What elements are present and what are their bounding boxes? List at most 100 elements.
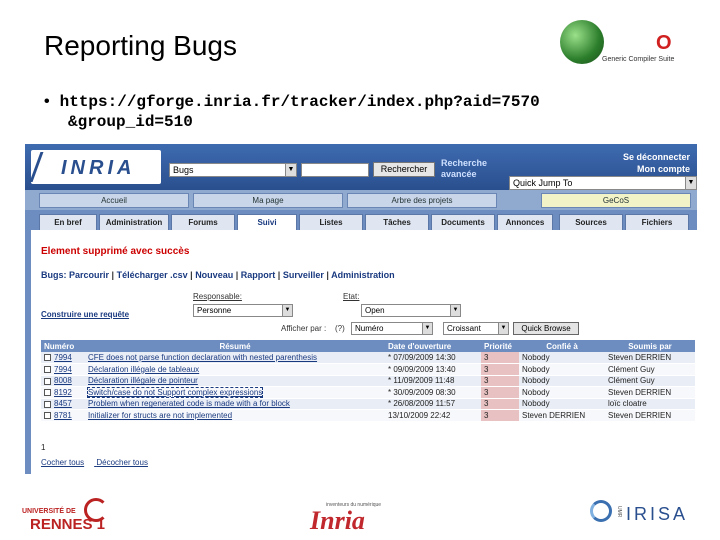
col-priority[interactable]: Priorité	[481, 340, 519, 352]
row-id-cell: 8457	[41, 398, 85, 410]
inria-mark-icon	[29, 152, 65, 182]
bug-id-link[interactable]: 7994	[54, 365, 72, 374]
tab-lists[interactable]: Listes	[299, 214, 363, 230]
uncheck-all-link[interactable]: Décocher tous	[96, 458, 148, 467]
rennes-big-text: RENNES 1	[30, 516, 106, 533]
irisa-swirl-icon	[590, 500, 612, 522]
assignee-select[interactable]: Personne ▼	[193, 304, 293, 317]
priority: 3	[481, 409, 519, 422]
nav-tab-gecos[interactable]: GeCoS	[541, 193, 691, 208]
table-row: 8008 Déclaration illégale de pointeur * …	[41, 375, 695, 387]
bug-summary-link[interactable]: Déclaration illégale de tableaux	[85, 363, 385, 376]
sort-field-select[interactable]: Numéro ▼	[351, 322, 433, 335]
sort-order-value: Croissant	[447, 324, 481, 333]
col-summary[interactable]: Résumé	[85, 340, 385, 352]
chevron-down-icon: ▼	[422, 323, 432, 334]
open-date: * 30/09/2009 08:30	[385, 386, 481, 399]
table-row: 7994 Déclaration illégale de tableaux * …	[41, 363, 695, 376]
quick-jump-select[interactable]: Quick Jump To ▼	[509, 176, 697, 190]
inria-logo-text: INRIA	[61, 157, 136, 179]
row-checkbox[interactable]	[44, 366, 51, 374]
chevron-down-icon: ▼	[498, 323, 508, 334]
sort-label: Afficher par :	[281, 324, 327, 333]
submitted-by: loïc cloatre	[605, 398, 695, 410]
bug-id-link[interactable]: 8781	[54, 411, 72, 420]
bug-id-link[interactable]: 7994	[54, 353, 72, 362]
page-number[interactable]: 1	[41, 443, 45, 452]
tab-news[interactable]: Annonces	[497, 214, 553, 230]
my-account-link[interactable]: Mon compte	[637, 164, 690, 175]
row-checkbox[interactable]	[44, 389, 51, 397]
col-submitter[interactable]: Soumis par	[605, 340, 695, 352]
row-checkbox[interactable]	[44, 377, 51, 385]
priority: 3	[481, 386, 519, 399]
submitted-by: Clément Guy	[605, 375, 695, 387]
build-query-link[interactable]: Construire une requête	[41, 310, 129, 319]
logout-link[interactable]: Se déconnecter	[623, 152, 690, 163]
admin-link[interactable]: Administration	[331, 270, 395, 280]
report-link[interactable]: Rapport	[241, 270, 276, 280]
bug-summary-link[interactable]: Déclaration illégale de pointeur	[85, 375, 385, 387]
row-checkbox[interactable]	[44, 354, 51, 362]
bug-table: Numéro Résumé Date d'ouverture Priorité …	[41, 340, 695, 422]
nav-tab-home[interactable]: Accueil	[39, 193, 189, 208]
sort-help-link[interactable]: (?)	[335, 324, 345, 333]
row-checkbox[interactable]	[44, 412, 51, 420]
url-line-1[interactable]: https://gforge.inria.fr/tracker/index.ph…	[60, 93, 540, 111]
menu-separator: |	[235, 270, 239, 280]
download-csv-link[interactable]: Télécharger .csv	[117, 270, 188, 280]
search-button[interactable]: Rechercher	[373, 162, 435, 177]
menu-separator: |	[190, 270, 193, 280]
row-id-cell: 7994	[41, 363, 85, 376]
menu-separator: |	[277, 270, 281, 280]
check-links: Cocher tous Décocher tous	[41, 458, 158, 467]
assigned-to: Nobody	[519, 363, 605, 376]
bug-id-link[interactable]: 8457	[54, 399, 72, 408]
irisa-text: IRISA	[626, 504, 689, 524]
bug-id-link[interactable]: 8008	[54, 376, 72, 385]
state-select[interactable]: Open ▼	[361, 304, 461, 317]
irisa-logo: UMR IRISA	[590, 500, 720, 530]
col-id[interactable]: Numéro	[41, 340, 85, 352]
tab-tracker[interactable]: Suivi	[237, 214, 297, 230]
bug-summary-link[interactable]: Initializer for structs are not implemen…	[85, 409, 385, 422]
quick-browse-button[interactable]: Quick Browse	[513, 322, 579, 335]
tab-scm[interactable]: Sources	[559, 214, 623, 230]
col-open-date[interactable]: Date d'ouverture	[385, 340, 481, 352]
inria-logo[interactable]: INRIA	[29, 150, 161, 184]
bug-summary-link[interactable]: Switch/case do not Support complex expre…	[85, 386, 385, 399]
advanced-search-link[interactable]: Recherche avancée	[441, 158, 487, 180]
sort-order-select[interactable]: Croissant ▼	[443, 322, 509, 335]
bug-summary-link[interactable]: Problem when regenerated code is made wi…	[85, 398, 385, 410]
rennes-logo: UNIVERSITÉ DE RENNES 1	[22, 498, 112, 534]
assigned-to: Steven DERRIEN	[519, 409, 605, 422]
tab-summary[interactable]: En bref	[39, 214, 97, 230]
assignee-value: Personne	[197, 306, 232, 315]
table-row: 7994 CFE does not parse function declara…	[41, 352, 695, 364]
tab-admin[interactable]: Administration	[99, 214, 169, 230]
search-input[interactable]	[301, 163, 369, 177]
search-scope-select[interactable]: Bugs ▼	[169, 163, 297, 177]
assigned-to: Nobody	[519, 352, 605, 364]
new-link[interactable]: Nouveau	[195, 270, 233, 280]
check-all-link[interactable]: Cocher tous	[41, 458, 84, 467]
tab-forums[interactable]: Forums	[171, 214, 235, 230]
table-row: 8192 Switch/case do not Support complex …	[41, 386, 695, 399]
nav-tab-my-page[interactable]: Ma page	[193, 193, 343, 208]
globe-icon	[560, 20, 604, 64]
browse-link[interactable]: Bugs: Parcourir	[41, 270, 109, 280]
tab-files[interactable]: Fichiers	[625, 214, 689, 230]
feedback-message: Element supprimé avec succès	[41, 246, 190, 257]
top-bar: INRIA Bugs ▼ Rechercher Recherche avancé…	[25, 144, 697, 190]
gcs-logo: O Generic Compiler Suite	[560, 20, 696, 66]
col-assigned[interactable]: Confié à	[519, 340, 605, 352]
monitor-link[interactable]: Surveiller	[283, 270, 324, 280]
nav-tab-project-tree[interactable]: Arbre des projets	[347, 193, 497, 208]
bug-id-link[interactable]: 8192	[54, 388, 72, 397]
table-row: 8781 Initializer for structs are not imp…	[41, 409, 695, 422]
tab-docs[interactable]: Documents	[431, 214, 495, 230]
bug-summary-link[interactable]: CFE does not parse function declaration …	[85, 352, 385, 364]
row-checkbox[interactable]	[44, 400, 51, 408]
tab-tasks[interactable]: Tâches	[365, 214, 429, 230]
url-line-2[interactable]: &group_id=510	[44, 112, 540, 132]
